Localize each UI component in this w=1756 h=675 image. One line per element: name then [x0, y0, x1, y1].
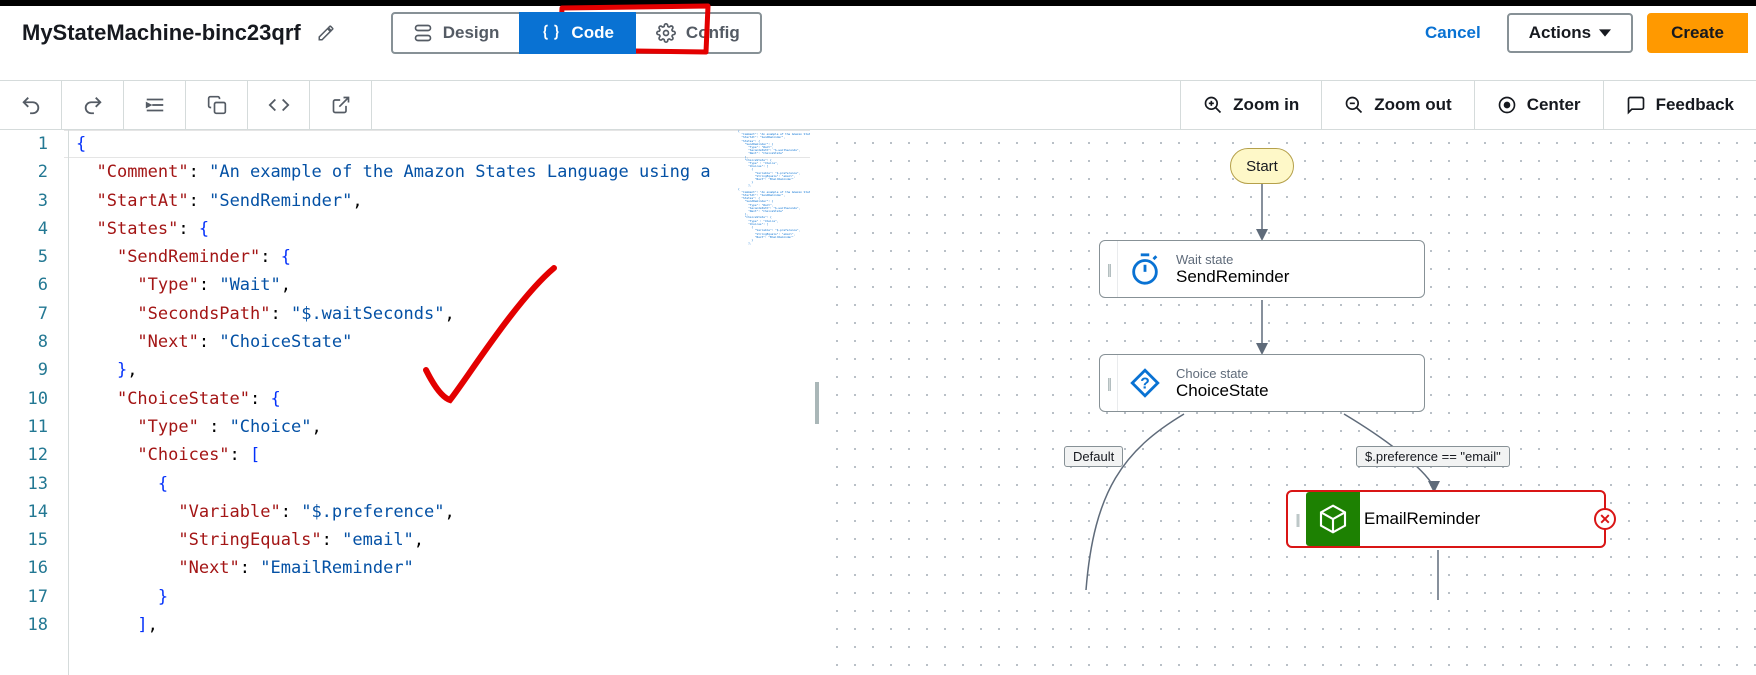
graph-node-sendreminder[interactable]: || Wait state SendReminder [1099, 240, 1425, 298]
page-title: MyStateMachine-binc23qrf [22, 20, 301, 46]
editor-toolbar: Zoom in Zoom out Center Feedback [0, 80, 1756, 130]
center-button[interactable]: Center [1474, 81, 1603, 129]
line-gutter: 123456789101112131415161718 [0, 130, 64, 675]
copy-icon [207, 95, 227, 115]
edit-title-button[interactable] [311, 18, 341, 48]
package-icon [1317, 503, 1349, 535]
code-content[interactable]: { "Comment": "An example of the Amazon S… [64, 130, 810, 675]
drag-handle-icon[interactable]: || [1100, 355, 1118, 411]
zoom-in-button[interactable]: Zoom in [1180, 81, 1321, 129]
edge-label-default[interactable]: Default [1064, 446, 1123, 467]
tab-code[interactable]: Code [519, 12, 636, 54]
zoom-out-icon [1344, 95, 1364, 115]
create-button[interactable]: Create [1647, 13, 1748, 53]
pencil-icon [317, 24, 335, 42]
feedback-button[interactable]: Feedback [1603, 81, 1756, 129]
graph-node-start[interactable]: Start [1230, 148, 1294, 184]
tab-design[interactable]: Design [391, 12, 522, 54]
drag-handle-icon[interactable]: || [1288, 492, 1306, 546]
indent-icon [144, 94, 166, 116]
code-editor[interactable]: 123456789101112131415161718 { "Comment":… [0, 130, 810, 675]
tab-config[interactable]: Config [634, 12, 762, 54]
center-icon [1497, 95, 1517, 115]
zoom-out-button[interactable]: Zoom out [1321, 81, 1473, 129]
actions-dropdown[interactable]: Actions [1507, 13, 1633, 53]
caret-down-icon [1599, 27, 1611, 39]
format-button[interactable] [124, 81, 186, 129]
svg-text:?: ? [1140, 376, 1150, 393]
open-external-button[interactable] [310, 81, 372, 129]
edge-label-email[interactable]: $.preference == "email" [1356, 446, 1510, 467]
view-tabs: Design Code Config [391, 12, 762, 54]
feedback-icon [1626, 95, 1646, 115]
cancel-button[interactable]: Cancel [1413, 15, 1493, 51]
header-bar: MyStateMachine-binc23qrf Design Code Con… [0, 6, 1756, 60]
workflow-graph[interactable]: Start || Wait state SendReminder || ? Ch… [824, 130, 1756, 675]
stopwatch-icon [1128, 252, 1162, 286]
gear-icon [656, 23, 676, 43]
code-braces-icon [541, 23, 561, 43]
undo-button[interactable] [0, 81, 62, 129]
graph-node-choicestate[interactable]: || ? Choice state ChoiceState [1099, 354, 1425, 412]
zoom-in-icon [1203, 95, 1223, 115]
undo-icon [20, 94, 42, 116]
external-link-icon [331, 95, 351, 115]
redo-icon [82, 94, 104, 116]
graph-node-emailreminder[interactable]: || EmailReminder ✕ [1286, 490, 1606, 548]
drag-handle-icon[interactable]: || [1100, 241, 1118, 297]
main-split: 123456789101112131415161718 { "Comment":… [0, 130, 1756, 675]
error-badge-icon[interactable]: ✕ [1594, 508, 1616, 530]
code-icon [268, 94, 290, 116]
choice-icon: ? [1128, 366, 1162, 400]
design-icon [413, 23, 433, 43]
code-sample-button[interactable] [248, 81, 310, 129]
pane-splitter[interactable] [810, 130, 824, 675]
redo-button[interactable] [62, 81, 124, 129]
copy-button[interactable] [186, 81, 248, 129]
